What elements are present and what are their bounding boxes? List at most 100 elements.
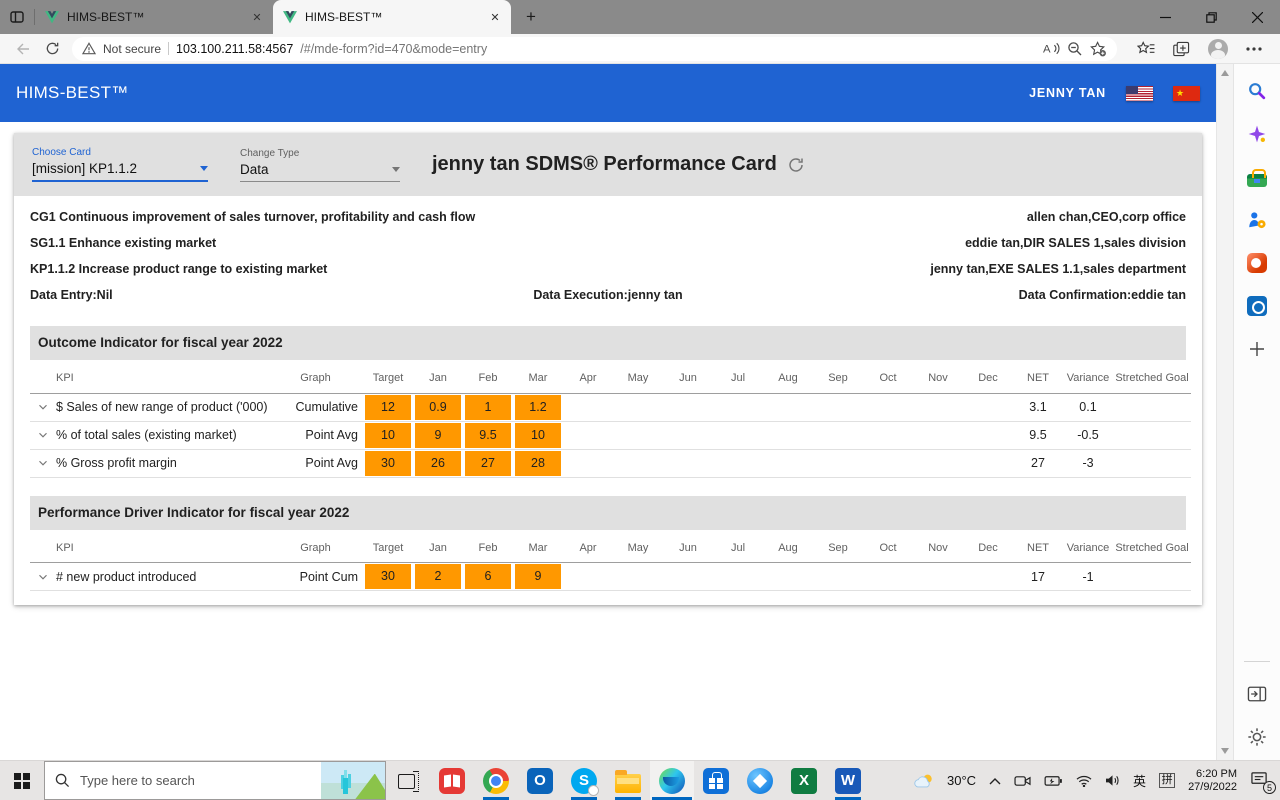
month-value-cell[interactable] (613, 393, 663, 421)
sidebar-office-icon[interactable] (1246, 252, 1268, 274)
url-host[interactable]: 103.100.211.58:4567 (176, 42, 293, 56)
choose-card-select[interactable]: Choose Card [mission] KP1.1.2 (32, 147, 208, 182)
volume-icon[interactable] (1105, 774, 1120, 787)
month-value-cell[interactable] (663, 393, 713, 421)
taskbar-app-task-view[interactable] (386, 761, 430, 800)
security-label[interactable]: Not secure (103, 42, 161, 56)
browser-tab-active[interactable]: HIMS-BEST™ ✕ (273, 0, 511, 34)
add-favorite-icon[interactable] (1090, 41, 1107, 57)
collections-icon[interactable] (1173, 41, 1190, 57)
month-value-cell[interactable] (863, 563, 913, 591)
taskbar-app-store[interactable] (694, 761, 738, 800)
refresh-button[interactable] (42, 39, 62, 59)
new-tab-button[interactable]: + (517, 3, 545, 31)
month-value-cell[interactable] (913, 563, 963, 591)
scroll-up-icon[interactable] (1221, 70, 1229, 76)
month-value-cell[interactable] (563, 449, 613, 477)
tab-close-icon[interactable]: ✕ (249, 9, 265, 25)
month-value-cell[interactable] (613, 563, 663, 591)
taskbar-app-chrome[interactable] (474, 761, 518, 800)
sidebar-add-icon[interactable] (1246, 338, 1268, 360)
start-button[interactable] (0, 761, 44, 800)
month-value-cell[interactable]: 9.5 (463, 421, 513, 449)
month-value-cell[interactable] (613, 421, 663, 449)
url-path[interactable]: /#/mde-form?id=470&mode=entry (300, 42, 487, 56)
cn-flag-icon[interactable]: ★ (1173, 86, 1200, 101)
taskbar-search[interactable] (44, 761, 386, 800)
taskbar-app-compass[interactable] (738, 761, 782, 800)
taskbar-app-skype[interactable]: S (562, 761, 606, 800)
month-value-cell[interactable]: 9 (413, 421, 463, 449)
month-value-cell[interactable] (763, 393, 813, 421)
ime-mode-indicator[interactable]: 拼 (1159, 773, 1175, 788)
month-value-cell[interactable] (613, 449, 663, 477)
month-value-cell[interactable] (863, 449, 913, 477)
taskbar-app-file-explorer[interactable] (606, 761, 650, 800)
month-value-cell[interactable] (963, 449, 1013, 477)
month-value-cell[interactable] (813, 393, 863, 421)
taskbar-app-books[interactable] (430, 761, 474, 800)
tab-close-icon[interactable]: ✕ (487, 9, 503, 25)
month-value-cell[interactable]: 2 (413, 563, 463, 591)
month-value-cell[interactable] (763, 563, 813, 591)
close-window-button[interactable] (1234, 0, 1280, 34)
month-value-cell[interactable] (713, 421, 763, 449)
month-value-cell[interactable]: 1.2 (513, 393, 563, 421)
taskbar-app-outlook[interactable]: O (518, 761, 562, 800)
taskbar-search-input[interactable] (78, 772, 313, 789)
back-button[interactable] (12, 39, 32, 59)
tray-expand-chevron-icon[interactable] (989, 777, 1001, 785)
month-value-cell[interactable]: 28 (513, 449, 563, 477)
month-value-cell[interactable] (663, 563, 713, 591)
sidebar-tools-icon[interactable] (1246, 166, 1268, 188)
address-bar[interactable]: Not secure 103.100.211.58:4567 /#/mde-for… (72, 37, 1117, 61)
chevron-down-icon[interactable] (36, 428, 50, 442)
month-value-cell[interactable]: 1 (463, 393, 513, 421)
month-value-cell[interactable]: 27 (463, 449, 513, 477)
month-value-cell[interactable] (713, 449, 763, 477)
month-value-cell[interactable] (713, 563, 763, 591)
month-value-cell[interactable] (563, 421, 613, 449)
change-type-select[interactable]: Change Type Data (240, 148, 400, 182)
month-value-cell[interactable] (563, 563, 613, 591)
zoom-out-icon[interactable] (1067, 41, 1083, 57)
month-value-cell[interactable] (963, 563, 1013, 591)
month-value-cell[interactable] (913, 421, 963, 449)
temperature-label[interactable]: 30°C (947, 773, 976, 788)
restore-button[interactable] (1188, 0, 1234, 34)
taskbar-app-edge[interactable] (650, 761, 694, 800)
month-value-cell[interactable] (913, 393, 963, 421)
month-value-cell[interactable] (763, 449, 813, 477)
more-menu-icon[interactable] (1246, 47, 1262, 51)
month-value-cell[interactable] (963, 393, 1013, 421)
chevron-down-icon[interactable] (36, 400, 50, 414)
month-value-cell[interactable] (663, 421, 713, 449)
sidebar-outlook-icon[interactable] (1246, 295, 1268, 317)
target-cell[interactable]: 30 (363, 449, 413, 477)
reload-card-icon[interactable] (787, 156, 805, 174)
month-value-cell[interactable] (863, 421, 913, 449)
taskbar-app-word[interactable]: W (826, 761, 870, 800)
month-value-cell[interactable] (963, 421, 1013, 449)
month-value-cell[interactable] (813, 449, 863, 477)
profile-avatar[interactable] (1208, 39, 1228, 59)
settings-gear-icon[interactable] (1246, 726, 1268, 748)
month-value-cell[interactable] (713, 393, 763, 421)
month-value-cell[interactable] (913, 449, 963, 477)
open-sidebar-panel-icon[interactable] (1246, 683, 1268, 705)
favorites-icon[interactable] (1137, 41, 1155, 57)
month-value-cell[interactable] (813, 421, 863, 449)
tab-actions-button[interactable] (0, 0, 34, 34)
sidebar-search-icon[interactable] (1246, 80, 1268, 102)
us-flag-icon[interactable] (1126, 86, 1153, 101)
month-value-cell[interactable] (563, 393, 613, 421)
target-cell[interactable]: 30 (363, 563, 413, 591)
notification-center-button[interactable]: 5 (1250, 771, 1272, 791)
browser-tab-inactive[interactable]: HIMS-BEST™ ✕ (35, 0, 273, 34)
clock[interactable]: 6:20 PM 27/9/2022 (1188, 768, 1237, 794)
month-value-cell[interactable]: 10 (513, 421, 563, 449)
wifi-icon[interactable] (1076, 775, 1092, 787)
month-value-cell[interactable] (813, 563, 863, 591)
month-value-cell[interactable] (763, 421, 813, 449)
ime-language-indicator[interactable]: 英 (1133, 771, 1146, 790)
